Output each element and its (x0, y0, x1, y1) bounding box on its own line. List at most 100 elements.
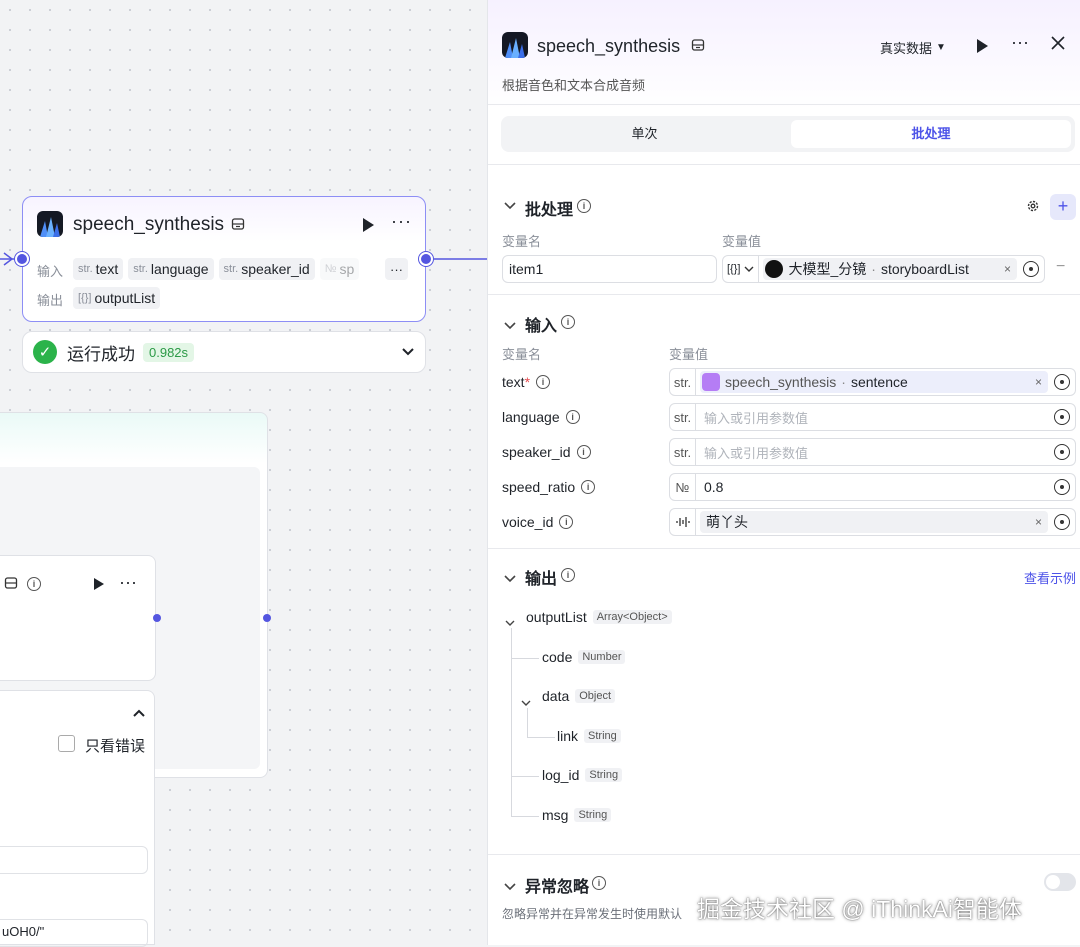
node-output-label: 输出 (37, 293, 64, 308)
add-batch-button[interactable]: + (1050, 194, 1076, 220)
batch-col-value: 变量值 (722, 234, 762, 249)
node-input-chip: str. speaker_id (218, 258, 315, 280)
reference-target-icon[interactable] (1023, 261, 1039, 277)
panel-more-icon[interactable]: ··· (1011, 32, 1029, 53)
exception-description: 忽略异常并在异常发生时使用默认 (502, 907, 683, 921)
param-speed-ratio-label: speed_ratio i (502, 479, 596, 495)
run-panel-button[interactable] (975, 38, 989, 57)
param-language-label: language i (502, 409, 580, 425)
caret-down-icon: ▼ (936, 42, 946, 53)
node-input-chip: str. text (73, 258, 124, 280)
output-tree-item: outputList Array<Object> (526, 609, 672, 625)
chevron-down-icon[interactable] (401, 344, 415, 360)
watermark-text: 掘金技术社区 @ iThinkAi智能体 (697, 896, 1022, 922)
voice-chip: 萌丫头 × (700, 511, 1048, 533)
speech-synthesis-node[interactable]: speech_synthesis ··· 输入 str. text str. lan… (22, 196, 426, 322)
node-inputs-more-button[interactable]: ··· (385, 258, 408, 280)
type-select[interactable]: [{}] (723, 256, 760, 282)
clear-ref-icon[interactable]: × (1035, 375, 1042, 389)
param-text-field[interactable]: str. speech_synthesis · sentence × (669, 368, 1076, 396)
success-check-icon: ✓ (33, 340, 57, 364)
batch-section-title: 批处理 (525, 202, 574, 219)
status-text: 运行成功 (67, 344, 135, 364)
output-section-title: 输出 (525, 571, 558, 588)
tab-single[interactable]: 单次 (501, 116, 788, 152)
chevron-down-icon[interactable] (504, 570, 516, 586)
node-inputs: str. text str. language str. speaker_id № sp (73, 258, 359, 280)
close-icon[interactable] (1051, 36, 1065, 53)
only-errors-checkbox[interactable] (58, 735, 75, 752)
batch-item-name-input[interactable]: item1 (502, 255, 717, 283)
clear-ref-icon[interactable]: × (1035, 515, 1042, 529)
reference-target-icon[interactable] (1054, 374, 1070, 390)
chevron-down-icon[interactable] (505, 614, 515, 630)
param-language-field[interactable]: str. 输入或引用参数值 (669, 403, 1076, 431)
node-input-chip: № sp (319, 258, 359, 280)
node-output-port[interactable] (419, 252, 433, 266)
panel-description: 根据音色和文本合成音频 (502, 78, 646, 93)
node-input-chip: str. language (128, 258, 214, 280)
save-icon (231, 217, 245, 234)
gear-icon[interactable] (1026, 199, 1040, 216)
node-title: speech_synthesis (73, 214, 225, 235)
info-icon: i (561, 315, 575, 329)
remove-item-button[interactable]: − (1056, 258, 1065, 276)
node-config-panel: speech_synthesis 真实数据 ▼ ··· 根据音色和文本合成音频 单… (487, 0, 1080, 945)
output-tree-item: msg String (542, 807, 612, 823)
info-icon: i (27, 577, 41, 591)
panel-title: speech_synthesis (537, 36, 681, 56)
data-mode-dropdown[interactable]: 真实数据 ▼ (880, 38, 946, 57)
container-input-port[interactable] (263, 614, 271, 622)
log-field-value[interactable]: uOH0/" (0, 919, 148, 947)
info-icon: i (577, 199, 591, 213)
reference-target-icon[interactable] (1054, 479, 1070, 495)
reference-target-icon[interactable] (1054, 409, 1070, 425)
text-ref-chip: speech_synthesis · sentence × (700, 371, 1048, 393)
log-field[interactable] (0, 846, 148, 874)
chevron-down-icon[interactable] (504, 878, 516, 894)
run-node-button[interactable] (361, 217, 375, 233)
info-icon: i (561, 568, 575, 582)
llm-node-icon (765, 260, 784, 278)
param-text-label: text* i (502, 374, 551, 390)
run-status-bar[interactable]: ✓ 运行成功 0.982s (22, 331, 426, 373)
chevron-up-icon[interactable] (132, 705, 146, 721)
batch-ref-chip: 大模型_分镜 · storyboardList × (763, 258, 1017, 280)
waveform-icon (670, 509, 696, 535)
output-tree-item: data Object (542, 688, 616, 704)
chevron-down-icon[interactable] (521, 694, 531, 710)
param-speed-ratio-field[interactable]: № 0.8 (669, 473, 1076, 501)
batch-item-value-field[interactable]: [{}] 大模型_分镜 · storyboardList × (722, 255, 1045, 283)
panel-logo-icon (502, 32, 528, 58)
param-speaker-id-field[interactable]: str. 输入或引用参数值 (669, 438, 1076, 466)
mode-tabs: 单次 批处理 (501, 116, 1075, 152)
node-cube-icon (702, 373, 720, 391)
param-speaker-id-label: speaker_id i (502, 444, 591, 460)
tab-batch[interactable]: 批处理 (791, 120, 1071, 148)
node-more-icon[interactable]: ··· (391, 211, 412, 232)
reference-target-icon[interactable] (1054, 514, 1070, 530)
clear-ref-icon[interactable]: × (1004, 262, 1011, 276)
node-input-port[interactable] (15, 252, 29, 266)
run-node-button[interactable] (93, 577, 105, 594)
exception-section-title: 异常忽略 (525, 879, 590, 896)
input-col-value: 变量值 (669, 347, 709, 362)
node-input-label: 输入 (37, 264, 64, 279)
node-more-icon[interactable]: ··· (119, 572, 137, 593)
input-section-title: 输入 (525, 318, 558, 335)
only-errors-label: 只看错误 (85, 738, 146, 755)
output-tree-item: code Number (542, 649, 626, 665)
inner-node-output-port[interactable] (153, 614, 161, 622)
chevron-down-icon[interactable] (504, 317, 516, 333)
param-voice-id-field[interactable]: 萌丫头 × (669, 508, 1076, 536)
run-time-badge: 0.982s (143, 342, 195, 362)
log-panel: 只看错误 uOH0/" (0, 690, 155, 947)
chevron-down-icon[interactable] (504, 197, 516, 213)
inner-node[interactable]: i ··· (0, 555, 156, 681)
output-tree-item: log_id String (542, 767, 623, 783)
output-tree-item: link String (557, 728, 621, 744)
reference-target-icon[interactable] (1054, 444, 1070, 460)
view-example-link[interactable]: 查看示例 (1024, 568, 1076, 587)
ignore-exception-toggle[interactable] (1044, 873, 1076, 891)
batch-col-name: 变量名 (502, 234, 542, 249)
